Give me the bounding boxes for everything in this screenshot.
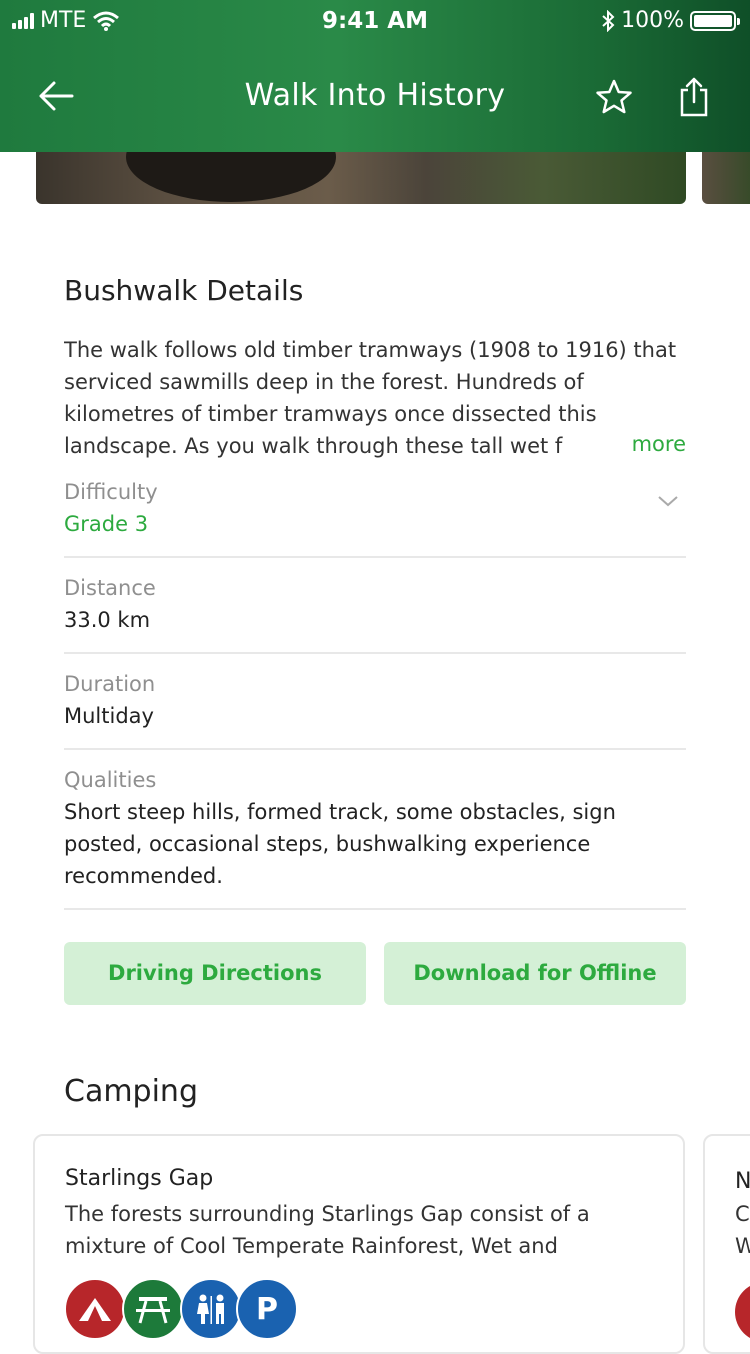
battery-icon [690, 10, 740, 31]
campsite-next-text-line1: C [735, 1202, 750, 1226]
camping-icon [64, 1278, 126, 1340]
duration-value: Multiday [64, 704, 154, 728]
qualities-label: Qualities [64, 768, 157, 792]
campsite-description: The forests surrounding Starlings Gap co… [65, 1202, 590, 1258]
difficulty-value: Grade 3 [64, 512, 149, 536]
distance-label: Distance [64, 576, 156, 600]
chevron-down-icon[interactable] [656, 492, 680, 510]
distance-value: 33.0 km [64, 608, 151, 632]
status-right: 100% [601, 8, 740, 33]
parking-letter: P [256, 1291, 278, 1327]
camping-icon [735, 1282, 750, 1342]
favorite-star-icon[interactable] [594, 78, 634, 116]
hero-image[interactable] [36, 152, 686, 204]
parking-icon: P [236, 1278, 298, 1340]
difficulty-label: Difficulty [64, 480, 158, 504]
distance-row: Distance 33.0 km [64, 572, 686, 654]
page-title: Walk Into History [244, 78, 506, 113]
hero-image-detail [126, 152, 336, 202]
duration-row: Duration Multiday [64, 668, 686, 750]
qualities-row: Qualities Short steep hills, formed trac… [64, 764, 686, 910]
share-icon[interactable] [676, 76, 712, 118]
toilets-icon [180, 1278, 242, 1340]
hero-image-next[interactable] [702, 152, 750, 204]
driving-directions-button[interactable]: Driving Directions [64, 942, 366, 1005]
duration-label: Duration [64, 672, 156, 696]
qualities-value: Short steep hills, formed track, some ob… [64, 800, 616, 888]
more-link[interactable]: more [610, 428, 686, 460]
download-offline-button[interactable]: Download for Offline [384, 942, 686, 1005]
bushwalk-description: The walk follows old timber tramways (19… [64, 338, 677, 458]
bluetooth-icon [602, 9, 615, 32]
campsite-next-title: N [735, 1169, 750, 1194]
campsite-next-text: C W [735, 1198, 750, 1262]
bushwalk-details-heading: Bushwalk Details [64, 274, 304, 307]
campsite-card-next[interactable]: N C W [703, 1134, 750, 1354]
difficulty-row[interactable]: Difficulty Grade 3 [64, 476, 686, 558]
campsite-title: Starlings Gap [65, 1166, 214, 1191]
battery-percent: 100% [621, 8, 684, 33]
camping-heading: Camping [64, 1074, 198, 1109]
picnic-table-icon [122, 1278, 184, 1340]
campsite-next-text-line2: W [735, 1230, 750, 1262]
app-header: MTE 9:41 AM 100% Walk Into History [0, 0, 750, 152]
status-bar: MTE 9:41 AM 100% [0, 0, 750, 40]
